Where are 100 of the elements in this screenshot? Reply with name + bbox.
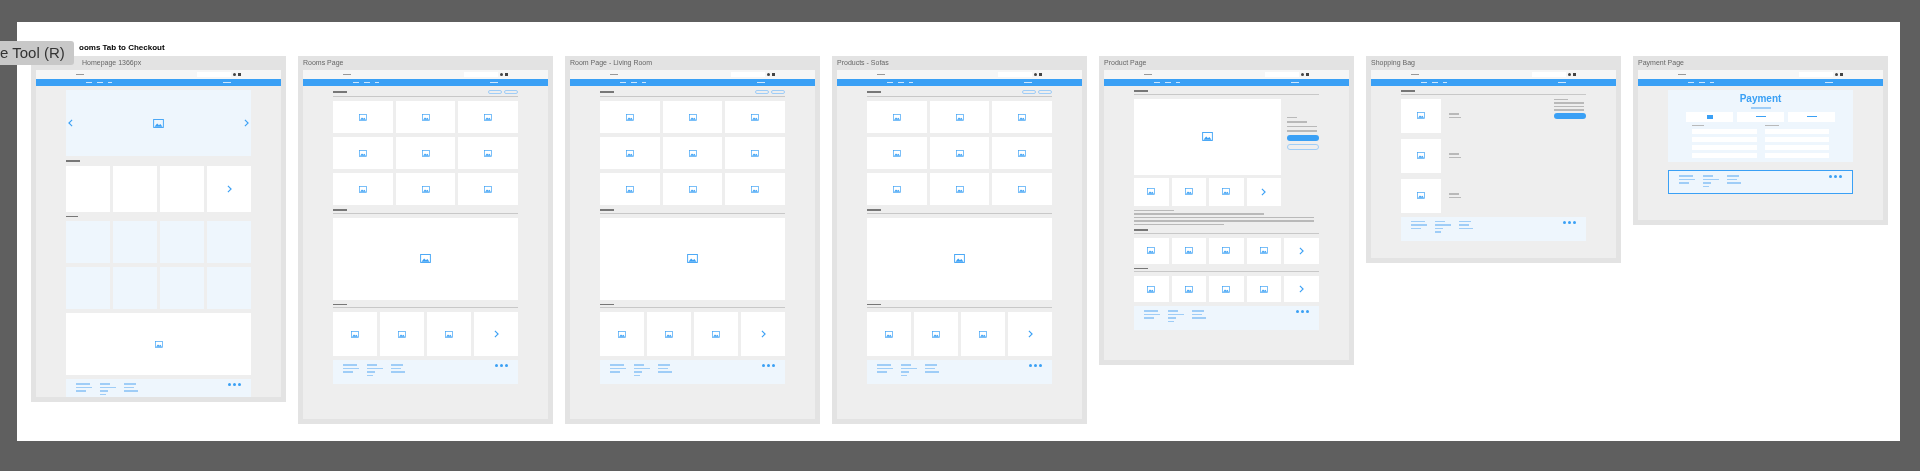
account-icon[interactable] <box>1568 73 1571 76</box>
text-line <box>600 91 614 93</box>
image-icon <box>625 149 634 157</box>
chevron-right-icon[interactable] <box>1299 285 1305 293</box>
wallet-option[interactable] <box>1788 111 1835 122</box>
text-line <box>1192 317 1206 319</box>
image-icon <box>665 330 673 338</box>
cart-icon[interactable] <box>1039 73 1042 76</box>
image-icon <box>751 149 760 157</box>
add-to-bag-button[interactable] <box>1287 134 1319 141</box>
text-line <box>658 371 672 373</box>
image-icon <box>751 185 760 193</box>
tool-tooltip: e Tool (R) <box>0 41 74 65</box>
image-icon <box>1018 113 1027 121</box>
text-line <box>1134 90 1148 92</box>
image-icon <box>484 185 493 193</box>
image-icon <box>979 330 987 338</box>
image-icon <box>1147 188 1156 195</box>
image-icon <box>954 254 965 263</box>
image-icon <box>688 185 697 193</box>
image-icon <box>1018 185 1027 193</box>
image-icon <box>153 118 164 128</box>
image-icon <box>358 149 367 157</box>
text-line <box>610 371 620 373</box>
image-icon <box>687 254 698 263</box>
text-line <box>1287 125 1317 127</box>
text-line <box>124 390 138 392</box>
cart-icon[interactable] <box>238 73 241 76</box>
account-icon[interactable] <box>500 73 503 76</box>
text-line <box>1287 116 1297 118</box>
card-option[interactable] <box>1686 111 1733 122</box>
text-line <box>1411 220 1425 222</box>
text-line <box>66 160 80 162</box>
text-line <box>1435 220 1445 222</box>
image-icon <box>1184 188 1193 195</box>
text-line <box>343 371 353 373</box>
sort-button[interactable] <box>1038 90 1052 94</box>
chevron-right-icon[interactable] <box>244 119 249 127</box>
text-line <box>333 91 347 93</box>
image-icon <box>484 113 493 121</box>
image-icon <box>1260 247 1269 254</box>
image-icon <box>484 149 493 157</box>
image-icon <box>1184 285 1193 293</box>
image-icon <box>351 330 359 338</box>
text-line <box>1727 182 1741 184</box>
text-line <box>925 371 939 373</box>
image-icon <box>358 113 367 121</box>
image-icon <box>1260 285 1269 293</box>
text-line <box>867 209 881 211</box>
account-icon[interactable] <box>1034 73 1037 76</box>
image-icon <box>751 113 760 121</box>
text-line <box>66 215 78 217</box>
text-line <box>1764 124 1779 126</box>
text-line <box>867 303 881 305</box>
image-icon <box>885 330 893 338</box>
text-line <box>1134 267 1148 269</box>
add-to-bag-button[interactable] <box>1554 112 1586 119</box>
text-line <box>600 209 614 211</box>
image-icon <box>421 149 430 157</box>
text-line <box>391 371 405 373</box>
text-line <box>1134 209 1174 211</box>
cart-icon[interactable] <box>1306 73 1309 76</box>
account-icon[interactable] <box>1835 73 1838 76</box>
text-line <box>1692 124 1704 126</box>
image-icon <box>1222 188 1231 195</box>
sort-button[interactable] <box>771 90 785 94</box>
account-icon[interactable] <box>233 73 236 76</box>
image-icon <box>1417 152 1425 159</box>
filter-button[interactable] <box>755 90 769 94</box>
image-icon <box>1147 285 1156 293</box>
wishlist-button[interactable] <box>1287 143 1319 150</box>
cart-icon[interactable] <box>1840 73 1843 76</box>
text-line <box>1755 115 1766 118</box>
image-icon <box>1184 247 1193 254</box>
text-line <box>1750 107 1771 109</box>
account-icon[interactable] <box>1301 73 1304 76</box>
payment-heading: Payment <box>1739 94 1782 104</box>
chevron-right-icon[interactable] <box>1299 246 1305 255</box>
image-icon <box>421 185 430 193</box>
chevron-right-icon[interactable] <box>1261 187 1267 196</box>
cart-icon[interactable] <box>772 73 775 76</box>
cart-icon[interactable] <box>1573 73 1576 76</box>
chevron-left-icon[interactable] <box>68 119 73 127</box>
image-icon <box>625 185 634 193</box>
cart-icon[interactable] <box>505 73 508 76</box>
credit-card-icon <box>1706 114 1713 119</box>
sort-button[interactable] <box>504 90 518 94</box>
text-line <box>877 371 887 373</box>
image-icon <box>1018 149 1027 157</box>
chevron-right-icon[interactable] <box>493 330 499 338</box>
image-icon <box>688 113 697 121</box>
image-icon <box>398 330 406 338</box>
filter-button[interactable] <box>488 90 502 94</box>
filter-button[interactable] <box>1022 90 1036 94</box>
account-icon[interactable] <box>767 73 770 76</box>
text-line <box>1806 115 1817 118</box>
image-icon <box>1222 285 1231 293</box>
chevron-right-icon[interactable] <box>760 330 766 338</box>
chevron-right-icon[interactable] <box>226 184 232 193</box>
chevron-right-icon[interactable] <box>1027 330 1033 338</box>
